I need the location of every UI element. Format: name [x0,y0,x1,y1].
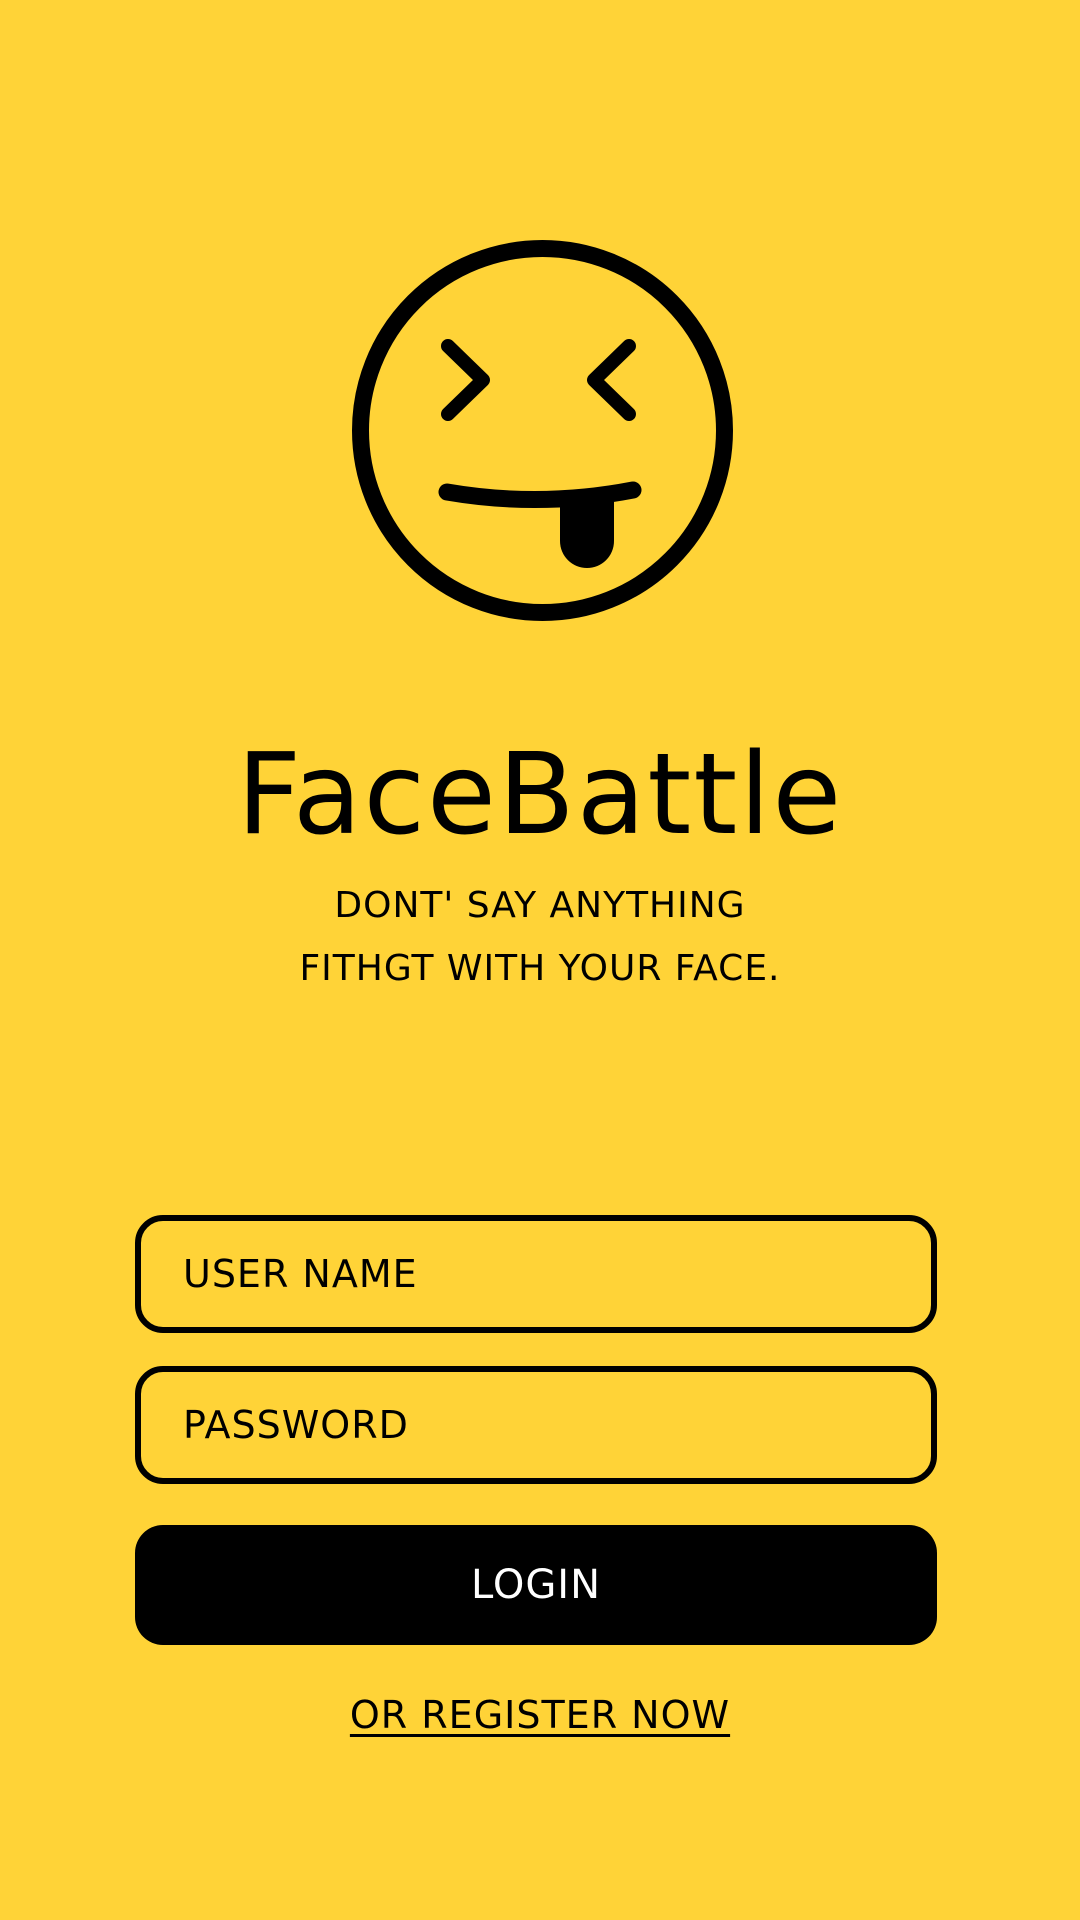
register-link[interactable]: OR REGISTER NOW [0,1690,1080,1740]
username-placeholder: USER NAME [183,1252,418,1296]
app-title: FaceBattle [236,730,844,860]
username-field[interactable]: USER NAME [135,1215,937,1333]
login-button-label: LOGIN [470,1562,602,1608]
tagline-line-1: DONT' SAY ANYTHING [334,885,746,926]
tagline-line-2: FITHGT WITH YOUR FACE. [299,948,781,989]
password-field[interactable]: PASSWORD [135,1366,937,1484]
login-button[interactable]: LOGIN [135,1525,937,1645]
password-placeholder: PASSWORD [183,1403,409,1447]
tongue-out-face-icon [350,238,735,623]
register-link-label: OR REGISTER NOW [349,1693,731,1737]
